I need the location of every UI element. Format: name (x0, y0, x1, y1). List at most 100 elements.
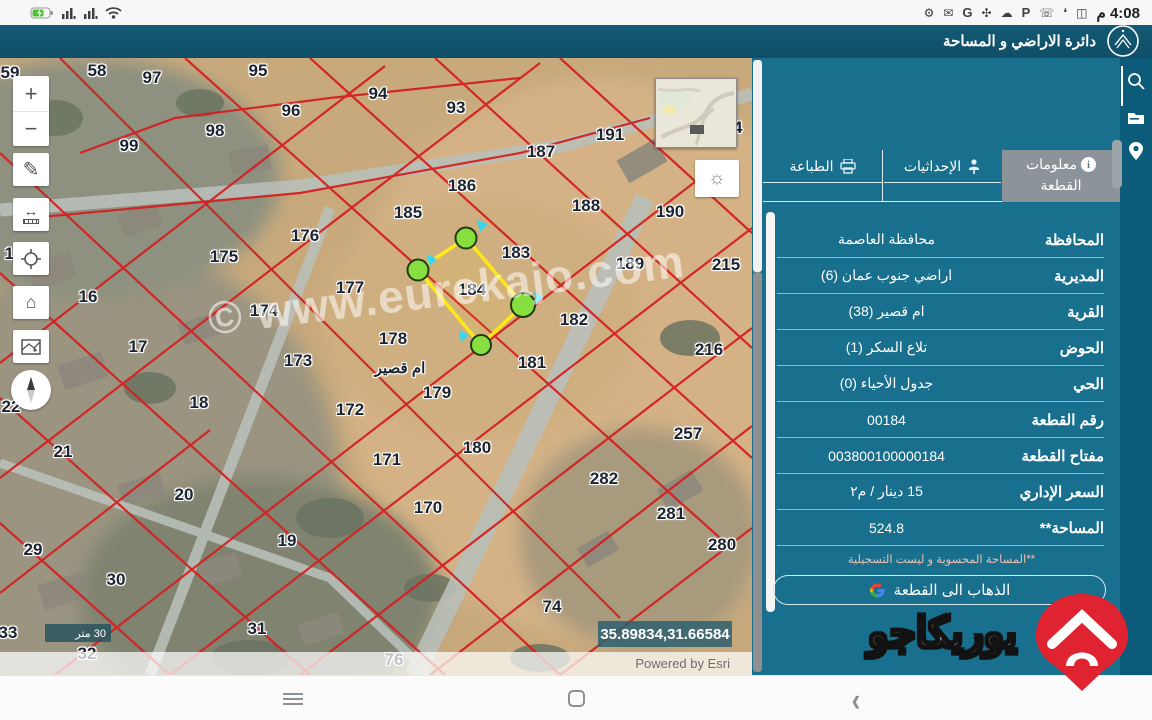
map-panel-divider[interactable] (752, 58, 763, 675)
google-maps-g-icon (869, 582, 886, 599)
panel-row: المساحة**524.8 (777, 510, 1104, 546)
go-to-parcel-button[interactable]: الذهاب الى القطعة (773, 575, 1106, 605)
location-pin-button[interactable] (1120, 136, 1152, 166)
basemap-icon (21, 338, 41, 356)
brightness-basemap-button[interactable]: ☼ (695, 160, 739, 197)
inset-map-graphic (656, 79, 736, 147)
info-icon: i (1081, 157, 1096, 172)
vibrate-icon: ◫ (1076, 7, 1087, 19)
row-value: اراضي جنوب عمان (6) (777, 267, 996, 284)
row-label: المديرية (996, 267, 1104, 285)
zoom-control: + − (13, 76, 49, 146)
pin-icon (1129, 142, 1143, 160)
layers-folder-button[interactable] (1120, 102, 1152, 132)
panel-row: الحيجدول الأحياء (0) (777, 366, 1104, 402)
tab-label: الطباعة (790, 158, 834, 175)
row-label: القرية (996, 303, 1104, 321)
search-icon (1127, 72, 1145, 90)
status-left-icons (30, 6, 122, 19)
back-button[interactable]: ‹ (826, 676, 886, 720)
basemap-button[interactable] (13, 330, 49, 363)
app-p-icon: P (1022, 6, 1031, 19)
row-label: المحافظة (996, 231, 1104, 249)
row-label: رقم القطعة (996, 411, 1104, 429)
row-label: السعر الإداري (996, 483, 1104, 501)
cloud-upload-icon: ☁ (1001, 7, 1013, 19)
panel-row: المحافظةمحافظة العاصمة (777, 222, 1104, 258)
compass-needle-icon (23, 376, 39, 404)
panel-row: القريةام قصير (38) (777, 294, 1104, 330)
tab-print[interactable]: الطباعة (763, 150, 882, 183)
row-value: 00184 (777, 412, 996, 428)
wifi-icon (105, 6, 122, 19)
row-value: 15 دينار / م٢ (777, 483, 996, 500)
svg-text:i: i (1087, 160, 1090, 171)
measure-button[interactable]: ↔ (13, 198, 49, 231)
row-label: مفتاح القطعة (996, 447, 1104, 465)
recents-button[interactable] (263, 676, 323, 720)
panel-row: رقم القطعة00184 (777, 402, 1104, 438)
divider-scroll-track[interactable] (753, 272, 762, 672)
person-pin-icon (967, 158, 981, 174)
back-icon: ‹ (852, 682, 861, 715)
row-value: ام قصير (38) (777, 303, 996, 320)
screen: ⚙✉G✣☁P☏❛◫ 4:08 م دائرة الاراضي و المساحة (0, 0, 1152, 720)
zoom-out-button[interactable]: − (13, 111, 49, 146)
search-button[interactable] (1120, 66, 1152, 96)
dls-logo-icon (1102, 20, 1144, 62)
status-right-icons: ⚙✉G✣☁P☏❛◫ 4:08 م (924, 4, 1142, 22)
row-label: الحوض (996, 339, 1104, 357)
compass-button[interactable] (11, 370, 51, 410)
details-panel: i معلومات القطعة الإحداثيات الطباعة المحا… (763, 58, 1120, 675)
scale-bar: 30 متر (45, 624, 111, 642)
row-label: الحي (996, 375, 1104, 393)
battery-charging-icon (30, 7, 54, 19)
home-button[interactable] (546, 676, 606, 720)
parcel-info-table: المحافظةمحافظة العاصمةالمديريةاراضي جنوب… (777, 222, 1104, 546)
side-icon-strip (1120, 58, 1152, 675)
panel-row: الحوضتلاع السكر (1) (777, 330, 1104, 366)
row-value: 524.8 (777, 520, 996, 536)
coordinates-readout: 35.89834,31.66584 (598, 621, 732, 647)
panel-row: السعر الإداري15 دينار / م٢ (777, 474, 1104, 510)
tab-parcel-info[interactable]: i معلومات القطعة (1002, 150, 1120, 202)
row-value: تلاع السكر (1) (777, 339, 996, 356)
row-value: 003800100000184 (777, 448, 996, 464)
chat-icon: ❛ (1063, 7, 1067, 19)
settings-gear-icon: ⚙ (924, 7, 935, 19)
gmail-icon: ✉ (943, 7, 953, 19)
app-title: دائرة الاراضي و المساحة (943, 32, 1096, 50)
tab-coordinates[interactable]: الإحداثيات (884, 150, 1001, 183)
divider-scroll-thumb[interactable] (753, 60, 762, 272)
panel-inner-scroll-thumb[interactable] (1112, 140, 1122, 188)
folder-icon (1127, 110, 1145, 125)
panel-row: مفتاح القطعة003800100000184 (777, 438, 1104, 474)
google-icon: G (962, 6, 972, 19)
status-bar: ⚙✉G✣☁P☏❛◫ 4:08 م (0, 0, 1152, 25)
map-attribution: Powered by Esri (0, 652, 752, 675)
signal-sim2-icon (83, 6, 98, 19)
crosshair-icon (21, 249, 41, 269)
home-extent-button[interactable]: ⌂ (13, 286, 49, 319)
tab-separator (882, 150, 883, 202)
home-icon (568, 690, 585, 707)
panel-row: المديريةاراضي جنوب عمان (6) (777, 258, 1104, 294)
clock: 4:08 م (1097, 4, 1141, 22)
draw-pencil-button[interactable]: ✎ (13, 153, 49, 186)
row-value: جدول الأحياء (0) (777, 375, 996, 392)
go-button-label: الذهاب الى القطعة (894, 581, 1011, 599)
app-header: دائرة الاراضي و المساحة (0, 25, 1152, 58)
call-icon: ☏ (1039, 7, 1054, 19)
village-label: ام قصير (375, 359, 426, 377)
menu-icon (283, 693, 303, 705)
area-disclaimer-note: **المساحة المحسوبة و ليست التسجيلية (763, 552, 1120, 566)
android-nav-bar: ‹ (0, 675, 1152, 720)
tab-label: معلومات القطعة (1026, 156, 1082, 193)
zoom-in-button[interactable]: + (13, 76, 49, 111)
locate-button[interactable] (13, 242, 49, 275)
signal-sim1-icon (61, 6, 76, 19)
tab-label: الإحداثيات (904, 158, 961, 175)
map-canvas[interactable]: 5958979594969398991911871861851881905041… (0, 58, 752, 675)
printer-icon (840, 159, 856, 174)
overview-inset-map[interactable] (655, 78, 737, 148)
